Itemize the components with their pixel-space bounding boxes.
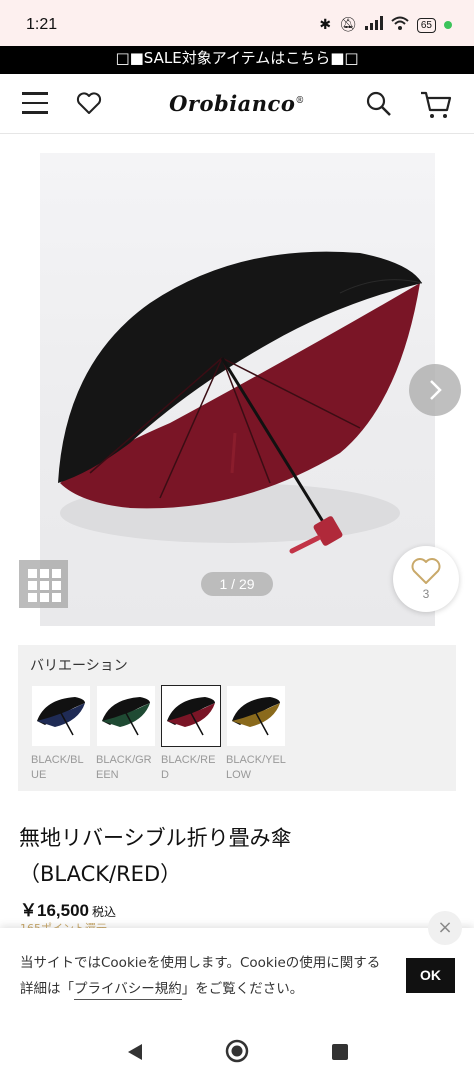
mute-icon: 🔕︎ — [339, 17, 357, 33]
product-title-line1: 無地リバーシブル折り畳み傘 — [19, 826, 292, 850]
battery-icon: 65 — [416, 17, 436, 33]
privacy-policy-link[interactable]: プライバシー規約 — [74, 981, 182, 1000]
variation-thumb[interactable] — [161, 685, 221, 747]
cookie-text-line2: 詳細は「プライバシー規約」をご覧ください。 — [20, 976, 400, 1002]
search-icon[interactable] — [366, 91, 392, 121]
wifi-icon — [391, 16, 409, 34]
next-image-button[interactable] — [409, 364, 461, 416]
variation-thumb[interactable] — [31, 685, 91, 747]
cookie-text-line1: 当サイトではCookieを使用します。Cookieの使用に関する — [20, 955, 381, 971]
grid-view-icon[interactable] — [19, 560, 68, 608]
variation-item-selected[interactable]: BLACK/RED — [161, 685, 221, 783]
status-icons: ✱ 🔕︎ 65 — [319, 16, 452, 34]
home-icon[interactable] — [225, 1039, 249, 1067]
heart-icon — [411, 558, 441, 584]
bluetooth-icon: ✱ — [319, 17, 332, 33]
variation-item[interactable]: BLACK/YELLOW — [226, 685, 286, 783]
cookie-message: 当サイトではCookieを使用します。Cookieの使用に関する 詳細は「プライ… — [20, 950, 400, 1002]
variation-label: BLACK/GREEN — [96, 754, 152, 781]
variation-item[interactable]: BLACK/GREEN — [96, 685, 156, 783]
status-time: 1:21 — [26, 16, 58, 33]
signal-icon — [364, 16, 383, 34]
price-value: ￥16,500 — [20, 901, 89, 920]
favorite-button[interactable]: 3 — [393, 546, 459, 612]
sale-banner-text[interactable]: □■SALE対象アイテムはこちら■□ — [115, 49, 358, 67]
brand-logo[interactable]: Orobianco® — [0, 91, 474, 116]
umbrella-photo — [58, 251, 423, 554]
cookie-consent-bar: × 当サイトではCookieを使用します。Cookieの使用に関する 詳細は「プ… — [0, 911, 474, 1028]
variation-thumb[interactable] — [226, 685, 286, 747]
image-counter: 1 / 29 — [201, 572, 273, 596]
variation-thumb[interactable] — [96, 685, 156, 747]
recent-apps-icon[interactable] — [331, 1043, 349, 1065]
notification-dot — [444, 21, 452, 29]
cookie-ok-button[interactable]: OK — [406, 958, 455, 993]
variation-label: BLACK/YELLOW — [226, 754, 286, 781]
variation-label: BLACK/BLUE — [31, 754, 84, 781]
variation-item[interactable]: BLACK/BLUE — [31, 685, 91, 783]
product-title-line2: （BLACK/RED） — [19, 862, 182, 886]
variation-panel: バリエーション BLACK/BLUE BLACK/GREEN BLACK/RED… — [18, 645, 456, 791]
cart-icon[interactable] — [420, 90, 452, 124]
site-header: Orobianco® — [0, 74, 474, 134]
favorite-count: 3 — [422, 587, 430, 601]
product-title: 無地リバーシブル折り畳み傘 （BLACK/RED） — [19, 820, 459, 892]
system-nav-bar — [0, 1028, 474, 1080]
back-icon[interactable] — [126, 1042, 144, 1066]
variation-swatches: BLACK/BLUE BLACK/GREEN BLACK/RED BLACK/Y… — [31, 685, 291, 783]
product-main-image[interactable] — [40, 153, 435, 626]
variation-label: BLACK/RED — [161, 754, 216, 781]
chevron-right-icon — [430, 380, 442, 400]
variation-title: バリエーション — [30, 658, 128, 674]
sale-banner[interactable]: □■SALE対象アイテムはこちら■□ — [0, 46, 474, 74]
product-price: ￥16,500 税込 — [20, 896, 116, 921]
close-icon[interactable]: × — [428, 911, 462, 945]
status-bar: 1:21 ✱ 🔕︎ 65 — [0, 0, 474, 46]
tax-label: 税込 — [92, 905, 117, 919]
